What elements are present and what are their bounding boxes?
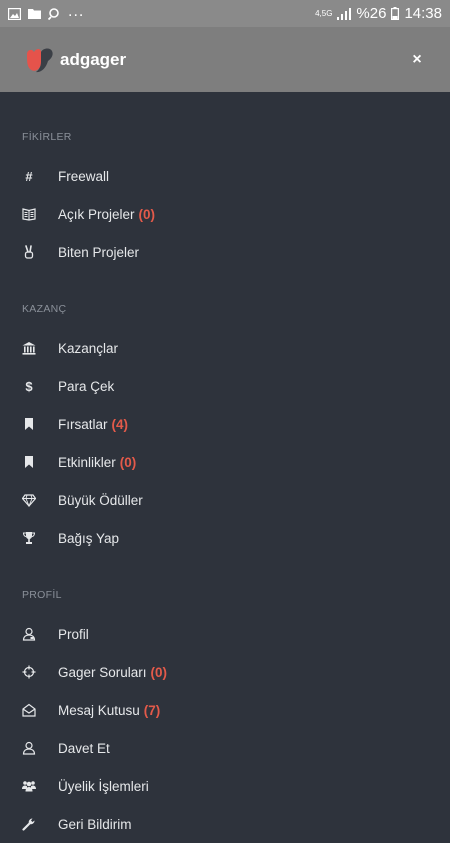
user-icon (22, 741, 36, 755)
trophy-icon (22, 531, 36, 545)
menu-item-label: Profil (58, 626, 89, 642)
status-bar-notifications: ... (8, 3, 84, 20)
bank-icon (22, 341, 36, 355)
count-badge: (4) (111, 416, 129, 432)
menu-item-label: Büyük Ödüller (58, 492, 143, 508)
menu-item-label: Kazançlar (58, 340, 119, 356)
network-type: 4,5G (315, 8, 333, 18)
menu-item-para-cek[interactable]: $ Para Çek (0, 367, 450, 405)
search-icon (48, 7, 59, 20)
menu-item-label: Geri Bildirim (58, 816, 132, 832)
menu-item-firsatlar[interactable]: Fırsatlar (4) (0, 405, 450, 443)
adgager-logo (27, 47, 53, 72)
bookmark-icon (22, 455, 36, 469)
menu-item-label: Davet Et (58, 740, 110, 756)
crosshair-icon (22, 665, 36, 679)
menu-item-label: Açık Projeler (58, 206, 135, 222)
battery-icon (391, 7, 400, 20)
image-icon (8, 7, 21, 20)
menu-item-label: Bağış Yap (58, 530, 120, 546)
close-button[interactable]: × (405, 51, 429, 69)
victory-hand-icon (22, 245, 36, 259)
hash-icon: # (25, 168, 33, 184)
menu-item-label: Gager Soruları (58, 664, 147, 680)
menu-item-acik-projeler[interactable]: Açık Projeler (0) (0, 195, 450, 233)
menu-item-label: Etkinlikler (58, 454, 116, 470)
section-label-profil: PROFİL (22, 589, 62, 601)
envelope-open-icon (22, 703, 36, 717)
app-title: adgager (60, 49, 127, 69)
menu-item-biten-projeler[interactable]: Biten Projeler (0, 233, 450, 271)
menu-item-uyelik-islemleri[interactable]: Üyelik İşlemleri (0, 767, 450, 805)
user-badge-icon (22, 627, 36, 641)
count-badge: (7) (143, 702, 161, 718)
menu-item-label: Mesaj Kutusu (58, 702, 140, 718)
menu-item-davet-et[interactable]: Davet Et (0, 729, 450, 767)
menu-item-geri-bildirim[interactable]: Geri Bildirim (0, 805, 450, 843)
menu-item-label: Para Çek (58, 378, 115, 394)
menu-item-gager-sorulari[interactable]: Gager Soruları (0) (0, 653, 450, 691)
menu-item-buyuk-oduller[interactable]: Büyük Ödüller (0, 481, 450, 519)
menu-item-label: Fırsatlar (58, 416, 108, 432)
menu-item-kazanclar[interactable]: Kazançlar (0, 329, 450, 367)
menu-item-mesaj-kutusu[interactable]: Mesaj Kutusu (7) (0, 691, 450, 729)
section-label-fikirler: FİKİRLER (22, 131, 72, 143)
clock: 14:38 (404, 5, 442, 22)
battery-percent: %26 (356, 5, 387, 22)
menu-item-bagis-yap[interactable]: Bağış Yap (0, 519, 450, 557)
menu-item-label: Freewall (58, 168, 110, 184)
dollar-icon: $ (25, 378, 33, 394)
menu-item-label: Biten Projeler (58, 244, 140, 260)
section-label-kazanc: KAZANÇ (22, 303, 67, 315)
count-badge: (0) (138, 206, 156, 222)
drawer-menu: FİKİRLER # Freewall Açık Projeler (0) Bi… (0, 92, 450, 843)
wrench-icon (22, 817, 36, 831)
diamond-icon (22, 493, 36, 507)
status-bar-system: 4,5G %26 14:38 (315, 5, 442, 22)
more-notifications: ... (68, 2, 85, 20)
menu-item-label: Üyelik İşlemleri (58, 778, 149, 794)
status-bar: ... 4,5G %26 14:38 (0, 0, 450, 27)
menu-item-freewall[interactable]: # Freewall (0, 157, 450, 195)
menu-item-profil[interactable]: Profil (0, 615, 450, 653)
signal-icon (337, 7, 352, 20)
drawer-header: adgager × (0, 27, 450, 92)
book-icon (22, 207, 36, 221)
bookmark-icon (22, 417, 36, 431)
count-badge: (0) (150, 664, 168, 680)
menu-item-etkinlikler[interactable]: Etkinlikler (0) (0, 443, 450, 481)
folder-icon (28, 8, 41, 19)
count-badge: (0) (119, 454, 137, 470)
users-icon (22, 779, 36, 793)
